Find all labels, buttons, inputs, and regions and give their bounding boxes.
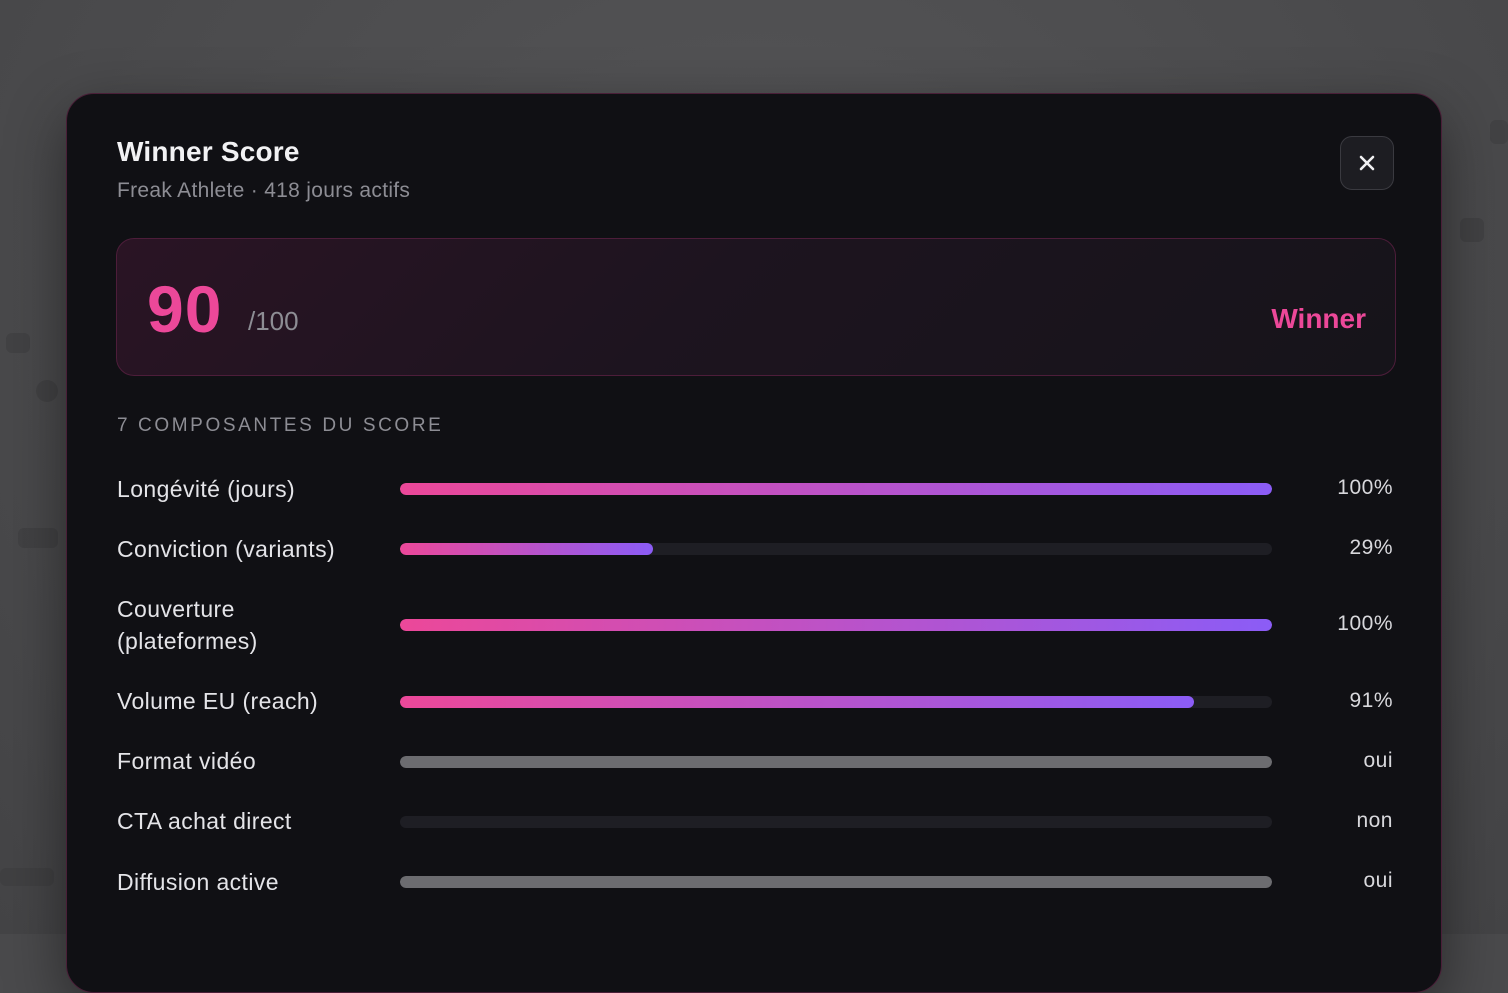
component-value: oui: [1363, 869, 1393, 892]
close-button[interactable]: [1340, 136, 1394, 190]
component-label: Format vidéo: [117, 748, 257, 774]
components-heading: 7 COMPOSANTES DU SCORE: [117, 415, 444, 436]
component-label: Conviction (variants): [117, 536, 336, 562]
component-label: CTA achat direct: [117, 808, 292, 834]
background-element: [18, 528, 58, 548]
component-value: 100%: [1337, 476, 1393, 499]
component-bar-fill: [400, 619, 1272, 631]
background-element: [1460, 218, 1484, 242]
component-bar-fill: [400, 483, 1272, 495]
component-bar-fill: [400, 696, 1194, 708]
modal-title: Winner Score: [117, 136, 300, 167]
component-label: Couverture (plateformes): [117, 596, 258, 654]
component-value: 29%: [1349, 536, 1393, 559]
component-bar-fill: [400, 756, 1272, 768]
winner-score-modal: Winner Score Freak Athlete · 418 jours a…: [66, 93, 1442, 993]
background-element: [6, 333, 30, 353]
score-card: 90 /100 Winner: [116, 238, 1396, 376]
component-label: Longévité (jours): [117, 476, 296, 502]
close-icon: [1358, 154, 1376, 172]
component-value: 91%: [1349, 689, 1393, 712]
component-value: 100%: [1337, 612, 1393, 635]
component-label: Diffusion active: [117, 869, 279, 895]
component-track: [400, 483, 1272, 495]
score-verdict-badge: Winner: [1271, 303, 1366, 334]
component-label: Volume EU (reach): [117, 688, 319, 714]
component-bar-fill: [400, 543, 653, 555]
modal-subtitle: Freak Athlete · 418 jours actifs: [117, 179, 411, 202]
component-track: [400, 756, 1272, 768]
component-track: [400, 696, 1272, 708]
component-track: [400, 876, 1272, 888]
component-track: [400, 816, 1272, 828]
background-element: [1490, 120, 1508, 144]
component-bar-fill: [400, 876, 1272, 888]
component-track: [400, 619, 1272, 631]
score-value: 90: [147, 272, 223, 346]
score-max: /100: [248, 306, 299, 336]
component-value: non: [1356, 809, 1393, 832]
component-value: oui: [1363, 749, 1393, 772]
background-element: [36, 380, 58, 402]
component-track: [400, 543, 1272, 555]
background-element: [0, 868, 54, 886]
